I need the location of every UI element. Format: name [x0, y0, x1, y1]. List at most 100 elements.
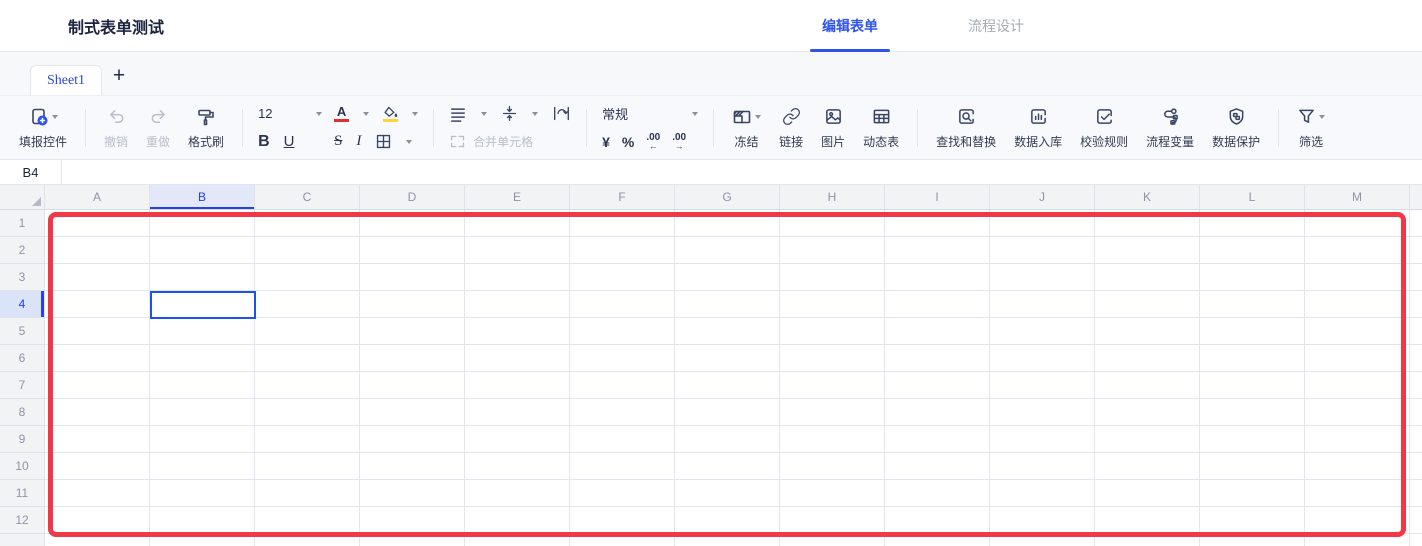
chevron-down-icon[interactable]: [532, 112, 538, 119]
data-store-button[interactable]: 数据入库: [1005, 106, 1071, 150]
text-color-button[interactable]: A: [334, 105, 349, 122]
column-header-A[interactable]: A: [45, 185, 150, 209]
chevron-down-icon: [692, 112, 698, 119]
chevron-down-icon[interactable]: [406, 140, 412, 147]
tab-flow-design-label: 流程设计: [968, 16, 1024, 36]
freeze-button[interactable]: 冻结: [723, 106, 770, 150]
currency-button[interactable]: ¥: [602, 134, 610, 150]
tab-edit-form-label: 编辑表单: [822, 16, 878, 36]
format-painter-icon: [196, 107, 216, 127]
vertical-align-icon[interactable]: [501, 105, 518, 122]
freeze-label: 冻结: [735, 133, 759, 150]
page-title: 制式表单测试: [68, 14, 164, 38]
strikethrough-button[interactable]: S: [334, 134, 342, 149]
add-sheet-button[interactable]: +: [102, 59, 136, 93]
row-header-12[interactable]: 12: [0, 507, 44, 534]
tab-flow-design[interactable]: 流程设计: [956, 0, 1036, 52]
row-header-11[interactable]: 11: [0, 480, 44, 507]
column-header-filler: [1410, 185, 1422, 209]
borders-icon[interactable]: [375, 133, 392, 150]
filter-button[interactable]: 筛选: [1288, 106, 1334, 150]
column-header-K[interactable]: K: [1095, 185, 1200, 209]
number-format-select[interactable]: 常规: [602, 104, 698, 123]
fill-control-label: 填报控件: [19, 133, 67, 150]
horizontal-align-icon[interactable]: [449, 106, 467, 122]
column-header-G[interactable]: G: [675, 185, 780, 209]
formula-input[interactable]: [62, 160, 1422, 184]
row-header-5[interactable]: 5: [0, 318, 44, 345]
row-header-3[interactable]: 3: [0, 264, 44, 291]
flow-variables-button[interactable]: 流程变量: [1137, 106, 1203, 150]
redo-label: 重做: [146, 133, 170, 150]
number-format-value: 常规: [602, 104, 628, 123]
column-header-M[interactable]: M: [1305, 185, 1410, 209]
font-size-select[interactable]: 12: [258, 106, 322, 121]
percent-button[interactable]: %: [622, 134, 634, 150]
column-header-J[interactable]: J: [990, 185, 1095, 209]
validation-rules-label: 校验规则: [1080, 133, 1128, 150]
fill-control-button[interactable]: 填报控件: [10, 106, 76, 150]
find-replace-label: 查找和替换: [936, 133, 996, 150]
bold-button[interactable]: B: [258, 134, 270, 150]
undo-button[interactable]: 撤销: [95, 106, 137, 150]
column-header-H[interactable]: H: [780, 185, 885, 209]
column-header-E[interactable]: E: [465, 185, 570, 209]
column-header-C[interactable]: C: [255, 185, 360, 209]
find-replace-button[interactable]: 查找和替换: [927, 106, 1005, 150]
text-rotate-icon[interactable]: [552, 105, 571, 122]
column-header-L[interactable]: L: [1200, 185, 1305, 209]
row-header-2[interactable]: 2: [0, 237, 44, 264]
dynamic-table-button[interactable]: 动态表: [854, 106, 908, 150]
italic-button[interactable]: I: [356, 134, 361, 149]
alignment-group: 合并单元格: [443, 103, 577, 152]
select-all-corner[interactable]: [0, 185, 45, 210]
merge-cells-icon[interactable]: [449, 133, 466, 150]
row-header-7[interactable]: 7: [0, 372, 44, 399]
row-header-4[interactable]: 4: [0, 291, 44, 318]
arrow-left-icon: ←: [649, 142, 658, 151]
column-header-I[interactable]: I: [885, 185, 990, 209]
link-label: 链接: [779, 133, 803, 150]
row-header-8[interactable]: 8: [0, 399, 44, 426]
row-header-6[interactable]: 6: [0, 345, 44, 372]
data-protection-label: 数据保护: [1212, 133, 1260, 150]
chevron-down-icon: [52, 115, 58, 122]
sheet-cells-area[interactable]: [45, 210, 1422, 546]
link-button[interactable]: 链接: [770, 106, 812, 150]
data-store-icon: [1029, 107, 1048, 126]
tab-edit-form[interactable]: 编辑表单: [810, 0, 890, 52]
fill-color-button[interactable]: [383, 106, 398, 122]
underline-button[interactable]: U: [284, 134, 295, 149]
toolbar-divider: [242, 109, 243, 147]
merge-cells-label[interactable]: 合并单元格: [473, 133, 533, 150]
data-protection-icon: [1227, 107, 1246, 126]
font-size-value: 12: [258, 106, 272, 121]
chevron-down-icon[interactable]: [412, 112, 418, 119]
column-header-F[interactable]: F: [570, 185, 675, 209]
formula-bar-row: B4: [0, 160, 1422, 185]
column-header-D[interactable]: D: [360, 185, 465, 209]
image-label: 图片: [821, 133, 845, 150]
row-header-9[interactable]: 9: [0, 426, 44, 453]
sheet-tab-sheet1[interactable]: Sheet1: [30, 65, 102, 95]
chevron-down-icon: [1319, 115, 1325, 122]
sheet-tab-bar: Sheet1 +: [0, 52, 1422, 95]
redo-button[interactable]: 重做: [137, 106, 179, 150]
validation-rules-button[interactable]: 校验规则: [1071, 106, 1137, 150]
chevron-down-icon[interactable]: [363, 112, 369, 119]
chevron-down-icon[interactable]: [481, 112, 487, 119]
chevron-down-icon: [755, 115, 761, 122]
paint-bucket-icon: [383, 106, 398, 118]
row-header-1[interactable]: 1: [0, 210, 44, 237]
header-tabs: 编辑表单 流程设计: [810, 0, 1036, 52]
image-button[interactable]: 图片: [812, 106, 854, 150]
increase-decimal-button[interactable]: .00 →: [672, 133, 686, 151]
validation-rules-icon: [1095, 107, 1114, 126]
data-protection-button[interactable]: 数据保护: [1203, 106, 1269, 150]
cell-name-box[interactable]: B4: [0, 160, 62, 184]
decrease-decimal-button[interactable]: .00 ←: [646, 133, 660, 151]
format-painter-button[interactable]: 格式刷: [179, 106, 233, 150]
row-header-10[interactable]: 10: [0, 453, 44, 480]
column-header-B[interactable]: B: [150, 185, 255, 209]
spreadsheet: ABCDEFGHIJKLM 123456789101112: [0, 185, 1422, 546]
